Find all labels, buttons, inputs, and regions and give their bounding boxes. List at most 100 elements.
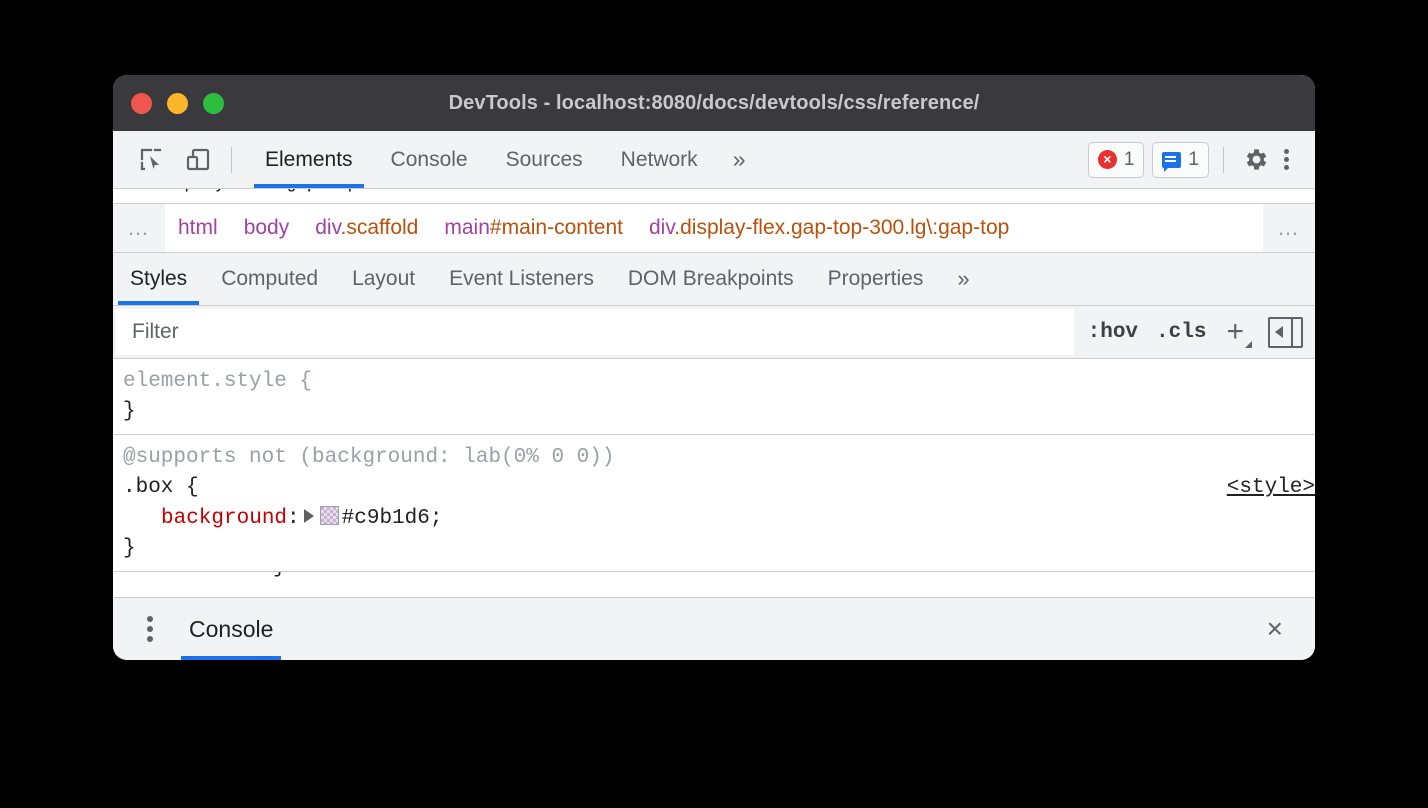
breadcrumb-items: html body div.scaffold main#main-content… [165, 216, 1263, 240]
toolbar-divider [231, 147, 232, 173]
style-rule-clipped: } [113, 572, 1315, 582]
window-title: DevTools - localhost:8080/docs/devtools/… [113, 92, 1315, 115]
tab-computed-label: Computed [221, 267, 318, 291]
tab-layout[interactable]: Layout [335, 253, 432, 305]
rule-close-brace: } [123, 397, 1315, 427]
rule-selector[interactable]: .box { [123, 473, 1315, 503]
sidebar-tabs: Styles Computed Layout Event Listeners D… [113, 253, 1315, 306]
devtools-window: DevTools - localhost:8080/docs/devtools/… [113, 75, 1315, 660]
breadcrumb-rest: .scaffold [341, 216, 419, 239]
breadcrumb-overflow-left[interactable]: … [113, 204, 165, 252]
close-icon[interactable]: × [1261, 609, 1289, 649]
declaration-property[interactable]: background [123, 507, 287, 530]
new-style-rule-button[interactable]: + [1218, 317, 1256, 347]
breadcrumb-overflow-right[interactable]: … [1263, 204, 1315, 252]
console-drawer: Console × [113, 597, 1315, 660]
minimize-window-button[interactable] [167, 93, 188, 114]
kebab-dot [147, 616, 153, 622]
declaration-row[interactable]: background: #c9b1d6; [123, 504, 1315, 534]
error-icon: × [1098, 150, 1117, 169]
dom-tree-clipped-text: div.display-flex.gap-top-300 [113, 189, 399, 194]
message-count-badge[interactable]: 1 [1152, 142, 1209, 178]
breadcrumb-tag: main [444, 216, 490, 239]
styles-filter-bar: :hov .cls + [113, 306, 1315, 359]
tab-sources[interactable]: Sources [487, 131, 602, 188]
breadcrumb-tag: div [649, 216, 674, 239]
toggle-hov-button[interactable]: :hov [1082, 321, 1144, 344]
stylesheet-source-link[interactable]: <style> [1227, 473, 1315, 503]
kebab-dot [147, 626, 153, 632]
tab-elements-label: Elements [265, 148, 353, 172]
color-swatch[interactable] [320, 506, 339, 525]
rule-at-supports: @supports not (background: lab(0% 0 0)) [123, 443, 1315, 473]
breadcrumb-tag: html [178, 216, 218, 239]
plus-icon: + [1226, 315, 1244, 348]
breadcrumb-item-body[interactable]: body [231, 216, 303, 240]
drawer-more-tools-icon[interactable] [143, 612, 157, 646]
clipped-brace: } [273, 572, 286, 579]
tab-network[interactable]: Network [602, 131, 717, 188]
toolbar-right-group: × 1 1 [1080, 142, 1315, 178]
tab-layout-label: Layout [352, 267, 415, 291]
tab-dom-breakpoints-label: DOM Breakpoints [628, 267, 794, 291]
gear-icon[interactable] [1238, 143, 1272, 177]
breadcrumb-tag: div [315, 216, 340, 239]
toggle-sidebar-icon[interactable] [1268, 317, 1303, 348]
breadcrumb: … html body div.scaffold main#main-conte… [113, 204, 1315, 253]
tab-event-listeners-label: Event Listeners [449, 267, 594, 291]
breadcrumb-item-html[interactable]: html [165, 216, 231, 240]
tab-styles[interactable]: Styles [113, 253, 204, 305]
tab-event-listeners[interactable]: Event Listeners [432, 253, 611, 305]
breadcrumb-item-div-scaffold[interactable]: div.scaffold [302, 216, 431, 240]
message-icon [1162, 152, 1181, 168]
customize-devtools-icon[interactable] [1272, 143, 1301, 176]
breadcrumb-rest: .display-flex.gap-top-300.lg\:gap-top [674, 216, 1009, 239]
breadcrumb-tag: body [244, 216, 290, 239]
tab-properties[interactable]: Properties [811, 253, 941, 305]
tab-network-label: Network [621, 148, 698, 172]
screenshot-root: DevTools - localhost:8080/docs/devtools/… [0, 0, 1428, 808]
tab-elements[interactable]: Elements [246, 131, 372, 188]
tab-dom-breakpoints[interactable]: DOM Breakpoints [611, 253, 811, 305]
message-count: 1 [1188, 149, 1199, 171]
toggle-cls-button[interactable]: .cls [1150, 321, 1212, 344]
styles-pane: element.style { } @supports not (backgro… [113, 359, 1315, 589]
device-toolbar-icon[interactable] [181, 143, 215, 177]
traffic-lights [131, 93, 224, 114]
filter-actions: :hov .cls + [1074, 317, 1315, 348]
tab-sources-label: Sources [506, 148, 583, 172]
drawer-tab-console[interactable]: Console [181, 598, 281, 660]
kebab-dot [1284, 149, 1289, 154]
breadcrumb-rest: #main-content [490, 216, 623, 239]
tab-computed[interactable]: Computed [204, 253, 335, 305]
more-sidebar-tabs-icon[interactable]: » [940, 253, 983, 305]
breadcrumb-item-main-content[interactable]: main#main-content [431, 216, 636, 240]
kebab-dot [1284, 157, 1289, 162]
style-rule-element-style[interactable]: element.style { } [113, 359, 1315, 435]
window-titlebar: DevTools - localhost:8080/docs/devtools/… [113, 75, 1315, 131]
toolbar-divider-right [1223, 147, 1224, 173]
tab-console[interactable]: Console [372, 131, 487, 188]
dropdown-triangle-icon [1245, 341, 1252, 348]
drawer-tab-console-label: Console [189, 616, 273, 643]
tab-console-label: Console [391, 148, 468, 172]
style-rule-box[interactable]: @supports not (background: lab(0% 0 0)) … [113, 435, 1315, 572]
inspect-element-icon[interactable] [135, 143, 169, 177]
error-count: 1 [1124, 149, 1135, 171]
main-toolbar: Elements Console Sources Network » × 1 1 [113, 131, 1315, 189]
kebab-dot [147, 636, 153, 642]
rule-close-brace: } [123, 534, 1315, 564]
error-count-badge[interactable]: × 1 [1088, 142, 1145, 178]
rule-selector[interactable]: element.style { [123, 367, 1315, 397]
maximize-window-button[interactable] [203, 93, 224, 114]
filter-input[interactable] [116, 309, 1074, 355]
expand-shorthand-icon[interactable] [304, 509, 314, 523]
declaration-colon: : [287, 507, 300, 530]
close-window-button[interactable] [131, 93, 152, 114]
tab-styles-label: Styles [130, 267, 187, 291]
kebab-dot [1284, 165, 1289, 170]
tab-properties-label: Properties [828, 267, 924, 291]
more-panels-icon[interactable]: » [717, 131, 759, 188]
breadcrumb-item-div-display-flex[interactable]: div.display-flex.gap-top-300.lg\:gap-top [636, 216, 1022, 240]
declaration-value[interactable]: #c9b1d6; [342, 507, 443, 530]
